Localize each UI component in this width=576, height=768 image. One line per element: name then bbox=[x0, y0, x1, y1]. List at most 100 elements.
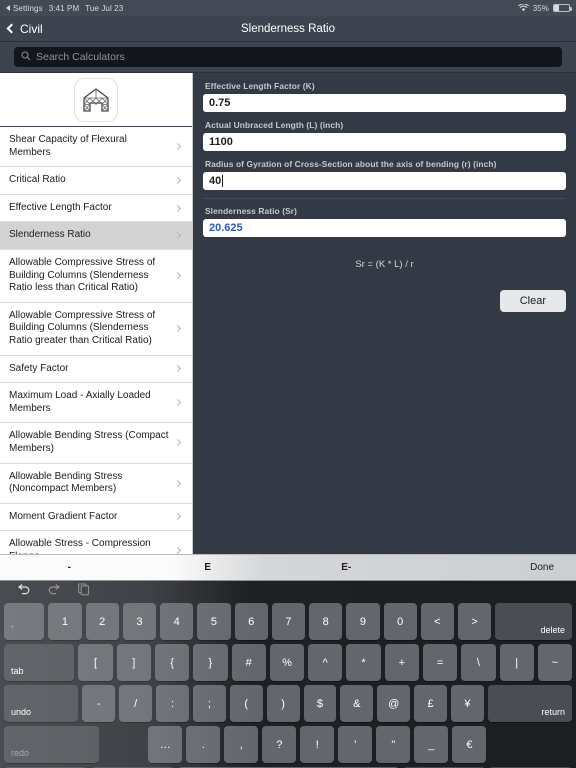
chevron-right-icon bbox=[173, 204, 182, 212]
sidebar-item[interactable]: Shear Capacity of Flexural Members bbox=[0, 127, 192, 168]
search-icon bbox=[21, 48, 31, 66]
key--[interactable]: - bbox=[82, 685, 116, 722]
key-:[interactable]: : bbox=[156, 685, 189, 722]
sidebar-item[interactable]: Critical Ratio bbox=[0, 167, 192, 195]
key-1[interactable]: 1 bbox=[48, 603, 82, 640]
key-8[interactable]: 8 bbox=[309, 603, 343, 640]
field-value: 40 bbox=[209, 175, 222, 187]
key-¥[interactable]: ¥ bbox=[450, 685, 484, 722]
key-@[interactable]: @ bbox=[377, 685, 411, 722]
sidebar-item[interactable]: Moment Gradient Factor bbox=[0, 504, 192, 532]
key-€[interactable]: € bbox=[452, 726, 487, 763]
key-undo[interactable]: undo bbox=[4, 685, 79, 722]
sidebar-item[interactable]: Allowable Compressive Stress of Building… bbox=[0, 250, 192, 303]
key-_[interactable]: _ bbox=[414, 726, 449, 763]
key-4[interactable]: 4 bbox=[160, 603, 194, 640]
key-)[interactable]: ) bbox=[266, 685, 300, 722]
sidebar-item[interactable]: Allowable Bending Stress (Compact Member… bbox=[0, 423, 192, 464]
key-|[interactable]: | bbox=[499, 644, 534, 681]
key-£[interactable]: £ bbox=[414, 685, 447, 722]
sidebar-item-label: Allowable Compressive Stress of Building… bbox=[9, 309, 156, 346]
key-$[interactable]: $ bbox=[303, 685, 337, 722]
sidebar-item[interactable]: Safety Factor bbox=[0, 356, 192, 384]
text-input-field[interactable]: 1100 bbox=[203, 133, 566, 151]
keyboard-done-button[interactable]: Done bbox=[416, 562, 576, 573]
keyboard-row: ` 1 2 3 4 5 6 7 8 9 0 < > delete bbox=[4, 603, 573, 640]
key-&[interactable]: & bbox=[340, 685, 374, 722]
key-*[interactable]: * bbox=[346, 644, 381, 681]
key-;[interactable]: ; bbox=[192, 685, 226, 722]
key-,[interactable]: , bbox=[224, 726, 259, 763]
key-?[interactable]: ? bbox=[262, 726, 297, 763]
accessory-key-minus[interactable]: - bbox=[0, 562, 139, 573]
sidebar-item[interactable]: Maximum Load - Axially Loaded Members bbox=[0, 383, 192, 424]
key-{[interactable]: { bbox=[154, 644, 190, 681]
text-input-field[interactable]: 0.75 bbox=[203, 94, 566, 112]
section-divider bbox=[203, 198, 566, 199]
key-redo[interactable]: redo bbox=[4, 726, 100, 763]
key-2[interactable]: 2 bbox=[85, 603, 119, 640]
accessory-key-e[interactable]: E bbox=[139, 562, 278, 573]
sidebar-item[interactable]: Slenderness Ratio bbox=[0, 222, 192, 250]
key-"[interactable]: " bbox=[376, 726, 411, 763]
wifi-icon bbox=[517, 4, 529, 12]
key-…[interactable]: … bbox=[148, 726, 183, 763]
key-/[interactable]: / bbox=[119, 685, 153, 722]
key-[[interactable]: [ bbox=[78, 644, 113, 681]
back-to-settings[interactable]: Settings bbox=[6, 4, 43, 13]
clear-button-row: Clear bbox=[203, 290, 566, 312]
key-([interactable]: ( bbox=[229, 685, 263, 722]
back-triangle-icon bbox=[6, 5, 10, 11]
key-`[interactable]: ` bbox=[4, 603, 45, 640]
sidebar-item[interactable]: Effective Length Factor bbox=[0, 195, 192, 223]
key-tab[interactable]: tab bbox=[4, 644, 75, 681]
sidebar-item-label: Maximum Load - Axially Loaded Members bbox=[9, 390, 151, 414]
key->[interactable]: > bbox=[458, 603, 492, 640]
chevron-right-icon bbox=[173, 232, 182, 240]
key-3[interactable]: 3 bbox=[122, 603, 156, 640]
key-=[interactable]: = bbox=[422, 644, 458, 681]
keyboard-row: redo ….,?! ' " _ € bbox=[4, 726, 572, 763]
page-title: Slenderness Ratio bbox=[241, 22, 335, 35]
key-^[interactable]: ^ bbox=[308, 644, 343, 681]
chevron-right-icon bbox=[173, 513, 182, 521]
key-][interactable]: ] bbox=[116, 644, 151, 681]
paste-icon[interactable] bbox=[78, 583, 90, 601]
battery-icon bbox=[553, 4, 572, 12]
search-input[interactable]: Search Calculators bbox=[14, 47, 562, 67]
chevron-right-icon bbox=[173, 272, 182, 280]
sidebar-item-label: Allowable Compressive Stress of Building… bbox=[9, 256, 156, 294]
calculator-list-sidebar[interactable]: Shear Capacity of Flexural Members Critic… bbox=[0, 73, 193, 554]
key-.[interactable]: . bbox=[186, 726, 221, 763]
undo-icon[interactable] bbox=[16, 583, 31, 601]
field-value: 0.75 bbox=[209, 97, 231, 109]
key-return[interactable]: return bbox=[487, 685, 573, 722]
accessory-key-e-minus[interactable]: E- bbox=[277, 562, 416, 573]
key-gap bbox=[103, 726, 144, 763]
key-~[interactable]: ~ bbox=[537, 644, 573, 681]
key-<[interactable]: < bbox=[420, 603, 454, 640]
content-split-view: Shear Capacity of Flexural Members Critic… bbox=[0, 73, 576, 554]
key-5[interactable]: 5 bbox=[197, 603, 231, 640]
key-![interactable]: ! bbox=[300, 726, 335, 763]
sidebar-item[interactable]: Allowable Stress - Compression Flange bbox=[0, 531, 192, 554]
key-}[interactable]: } bbox=[193, 644, 228, 681]
sidebar-item[interactable]: Allowable Bending Stress (Noncompact Mem… bbox=[0, 464, 192, 504]
field-label: Actual Unbraced Length (L) (inch) bbox=[205, 120, 344, 130]
key-delete[interactable]: delete bbox=[495, 603, 573, 640]
key-\[interactable]: \ bbox=[461, 644, 496, 681]
key-+[interactable]: + bbox=[384, 644, 419, 681]
text-input-field[interactable]: 40 bbox=[203, 172, 566, 190]
key-'[interactable]: ' bbox=[338, 726, 373, 763]
key-#[interactable]: # bbox=[231, 644, 266, 681]
key-0[interactable]: 0 bbox=[383, 603, 417, 640]
key-9[interactable]: 9 bbox=[346, 603, 380, 640]
calculator-form-panel: Effective Length Factor (K) 0.75 Actual Un… bbox=[193, 73, 576, 554]
key-%[interactable]: % bbox=[269, 644, 305, 681]
sidebar-item[interactable]: Allowable Compressive Stress of Building… bbox=[0, 303, 192, 356]
clear-button[interactable]: Clear bbox=[499, 290, 566, 312]
key-6[interactable]: 6 bbox=[234, 603, 268, 640]
redo-icon[interactable] bbox=[47, 583, 62, 601]
battery-percent-label: 35% bbox=[532, 3, 549, 13]
key-7[interactable]: 7 bbox=[271, 603, 305, 640]
